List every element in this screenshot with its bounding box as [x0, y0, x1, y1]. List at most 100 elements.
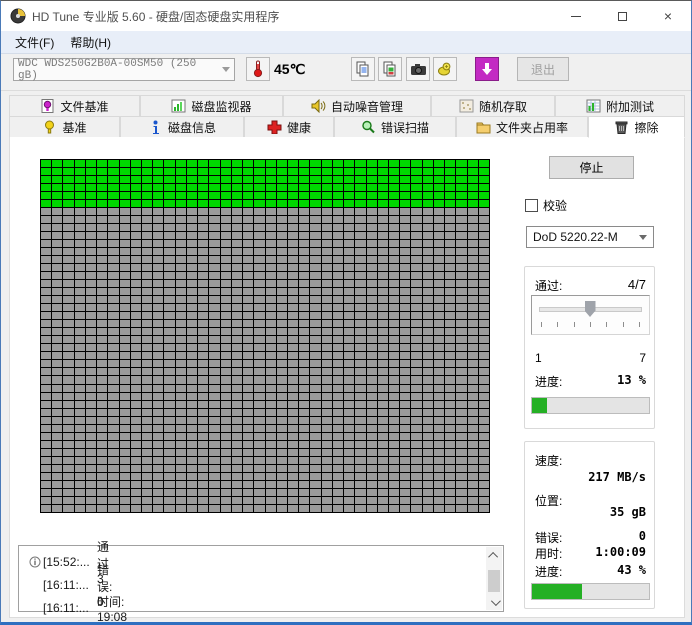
thermometer-icon	[251, 60, 265, 78]
aam-button[interactable]	[433, 57, 457, 81]
minimize-button[interactable]	[553, 1, 599, 31]
tab-disk-monitor[interactable]: 磁盘监视器	[140, 95, 283, 116]
tab-label: 健康	[287, 119, 311, 136]
tab-error-scan[interactable]: 错误扫描	[334, 116, 456, 138]
tab-label: 基准	[62, 119, 86, 136]
position-label: 位置:	[535, 492, 562, 509]
screenshot-button[interactable]	[406, 57, 430, 81]
position-value: 35 gB	[610, 505, 646, 519]
speaker-icon	[311, 99, 326, 113]
tab-disk-info[interactable]: 磁盘信息	[120, 116, 244, 138]
file-benchmark-icon	[40, 99, 55, 113]
menu-file[interactable]: 文件(F)	[7, 31, 62, 54]
erase-method-select[interactable]: DoD 5220.22-M	[526, 226, 654, 248]
extra-tests-icon	[586, 99, 601, 113]
verify-checkbox[interactable]	[525, 199, 538, 212]
tab-folder-usage[interactable]: 文件夹占用率	[456, 116, 588, 138]
errors-label: 错误:	[535, 529, 562, 546]
pass-progress-label: 进度:	[535, 373, 562, 390]
download-button[interactable]	[475, 57, 499, 81]
title-bar: HD Tune 专业版 5.60 - 硬盘/固态硬盘实用程序 ×	[1, 1, 691, 31]
tab-label: 文件基准	[60, 98, 108, 115]
log-scrollbar[interactable]	[486, 547, 502, 610]
tab-strip: 文件基准 磁盘监视器 自动噪音管理	[1, 91, 691, 138]
random-access-icon	[459, 99, 474, 113]
slider-thumb[interactable]	[585, 301, 596, 317]
tab-file-benchmark[interactable]: 文件基准	[9, 95, 140, 116]
folder-icon	[476, 120, 491, 134]
info-circle-icon	[29, 556, 41, 568]
errors-value: 0	[639, 529, 646, 543]
temperature-button[interactable]	[246, 57, 270, 81]
chevron-down-icon	[222, 67, 230, 72]
chevron-down-icon	[490, 596, 500, 606]
scroll-up-button[interactable]	[486, 547, 502, 563]
log-time: [16:11:...	[43, 578, 89, 592]
total-progress-bar	[531, 583, 650, 600]
aam-hand-icon	[437, 61, 453, 77]
total-progress-label: 进度:	[535, 563, 562, 580]
tab-label: 擦除	[634, 119, 658, 136]
chevron-up-icon	[488, 551, 498, 561]
minimize-icon	[571, 16, 581, 17]
tab-random-access[interactable]: 随机存取	[431, 95, 555, 116]
toolbar: WDC WDS250G2B0A-00SM50 (250 gB) 45℃	[1, 54, 691, 91]
camera-icon	[410, 63, 427, 76]
tab-label: 随机存取	[479, 98, 527, 115]
copy-text-button[interactable]	[351, 57, 375, 81]
stats-groupbox: 速度: 217 MB/s 位置: 35 gB 错误: 0 用时: 1:00:09…	[524, 441, 655, 609]
drive-select[interactable]: WDC WDS250G2B0A-00SM50 (250 gB)	[13, 58, 235, 81]
pass-progress-fill	[532, 398, 547, 413]
tab-extra-tests[interactable]: 附加测试	[555, 95, 685, 116]
time-label: 用时:	[535, 545, 562, 562]
tab-erase[interactable]: 擦除	[588, 116, 685, 138]
close-icon: ×	[664, 9, 672, 23]
exit-button[interactable]: 退出	[517, 57, 569, 81]
stop-button[interactable]: 停止	[549, 156, 634, 179]
pass-progress-value: 13 %	[617, 373, 646, 390]
pass-groupbox: 通过: 4/7 1 7 进度: 13 %	[524, 266, 655, 429]
app-icon	[10, 8, 26, 24]
pass-label: 通过:	[535, 277, 562, 294]
pass-slider[interactable]	[531, 295, 650, 335]
tab-benchmark[interactable]: 基准	[9, 116, 120, 138]
chevron-down-icon	[639, 235, 647, 240]
drive-select-value: WDC WDS250G2B0A-00SM50 (250 gB)	[18, 58, 222, 82]
disk-monitor-icon	[171, 99, 186, 113]
tab-label: 文件夹占用率	[496, 119, 568, 136]
speed-label: 速度:	[535, 452, 562, 469]
total-progress-value: 43 %	[617, 563, 646, 577]
health-cross-icon	[267, 120, 282, 134]
maximize-icon	[618, 12, 627, 21]
menu-bar: 文件(F) 帮助(H)	[1, 31, 691, 54]
maximize-button[interactable]	[599, 1, 645, 31]
verify-label: 校验	[543, 197, 567, 214]
trash-icon	[614, 120, 629, 134]
erase-block-grid	[40, 159, 490, 513]
menu-help[interactable]: 帮助(H)	[62, 31, 119, 54]
magnifier-icon	[361, 120, 376, 134]
scrollbar-thumb[interactable]	[488, 570, 500, 592]
tab-label: 磁盘信息	[168, 119, 216, 136]
download-arrow-icon	[480, 62, 494, 76]
speed-value: 217 MB/s	[588, 470, 646, 484]
tab-label: 自动噪音管理	[331, 98, 403, 115]
slider-ticks	[541, 322, 640, 327]
tab-health[interactable]: 健康	[244, 116, 334, 138]
verify-checkbox-row[interactable]: 校验	[525, 197, 567, 214]
tab-label: 磁盘监视器	[191, 98, 251, 115]
copy-image-button[interactable]	[378, 57, 402, 81]
tab-label: 错误扫描	[381, 119, 429, 136]
pass-progress-bar	[531, 397, 650, 414]
scroll-down-button[interactable]	[486, 594, 502, 610]
pass-max: 7	[639, 351, 646, 365]
app-window: HD Tune 专业版 5.60 - 硬盘/固态硬盘实用程序 × 文件(F) 帮…	[0, 0, 692, 625]
close-button[interactable]: ×	[645, 1, 691, 31]
log-message: 时间: 19:08	[97, 593, 127, 624]
log-box[interactable]: [15:52:... 通过 3 [16:11:... 错误: 0 [16:11:…	[18, 545, 504, 612]
window-title: HD Tune 专业版 5.60 - 硬盘/固态硬盘实用程序	[32, 8, 553, 25]
copy-text-icon	[355, 61, 371, 77]
tab-aam[interactable]: 自动噪音管理	[283, 95, 431, 116]
benchmark-bulb-icon	[42, 120, 57, 134]
total-progress-fill	[532, 584, 582, 599]
